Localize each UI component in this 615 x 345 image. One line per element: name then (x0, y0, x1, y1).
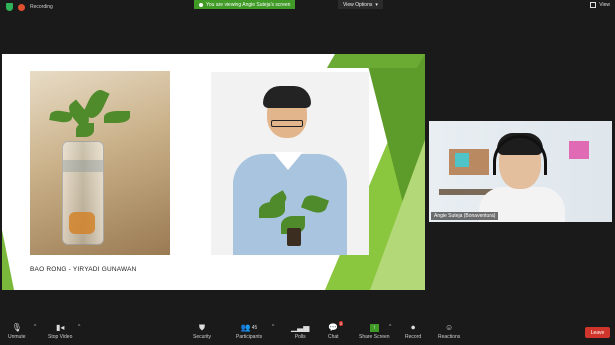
chat-badge: 2 (339, 321, 344, 326)
record-button[interactable]: ⏺ Record (405, 322, 421, 341)
audio-options-caret[interactable]: ^ (34, 324, 36, 330)
slide-decoration (370, 140, 425, 290)
slide-decoration (326, 54, 425, 68)
view-button[interactable]: View (590, 2, 610, 8)
meeting-toolbar: 🎙 Unmute ^ ▮◂ Stop Video ^ ⛊ Security 👥 4… (0, 321, 615, 345)
view-label: View (599, 2, 610, 8)
unmute-button[interactable]: 🎙 Unmute (8, 323, 26, 340)
participants-options-caret[interactable]: ^ (272, 324, 274, 330)
leaf (104, 111, 130, 123)
student-holding-plant-photo (211, 72, 369, 255)
chat-button[interactable]: 💬 2 Chat (328, 321, 344, 340)
plant (251, 190, 341, 252)
participant-video-tile[interactable]: Angie Suteja (Bonaventura) (429, 121, 612, 222)
smiley-icon: ☺ (445, 323, 454, 332)
reactions-button[interactable]: ☺ Reactions (438, 323, 460, 340)
record-icon: ⏺ (411, 322, 416, 332)
leaf (76, 123, 94, 137)
chat-icon: 💬 (328, 323, 339, 332)
recording-icon (18, 3, 25, 11)
participant-name: Angie Suteja (Bonaventura) (431, 212, 499, 220)
chevron-down-icon: ▾ (375, 1, 378, 8)
stop-video-button[interactable]: ▮◂ Stop Video (48, 323, 72, 340)
share-dot-icon (199, 2, 203, 7)
shield-icon: ⛊ (199, 322, 206, 332)
view-options-label: View Options (343, 1, 373, 8)
grid-view-icon (590, 2, 597, 8)
share-screen-button[interactable]: ↑ Share Screen (359, 323, 390, 340)
hydroponic-jar (62, 141, 104, 245)
security-button[interactable]: ⛊ Security (193, 322, 211, 341)
share-screen-icon: ↑ (369, 323, 379, 332)
slide-decoration (2, 230, 14, 290)
share-banner-text: You are viewing Angie Suteja's screen (206, 1, 291, 8)
viewing-share-banner: You are viewing Angie Suteja's screen (194, 0, 296, 9)
video-camera-icon: ▮◂ (55, 323, 65, 332)
plant-jar-photo (30, 71, 170, 255)
polls-button[interactable]: ▁▃▅ Polls (291, 323, 309, 340)
participants-icon: 👥 (240, 323, 251, 332)
shared-screen-slide: BAO RONG - YIRYADI GUNAWAN (2, 54, 425, 290)
video-options-caret[interactable]: ^ (78, 324, 80, 330)
share-options-caret[interactable]: ^ (389, 324, 391, 330)
slide-caption: BAO RONG - YIRYADI GUNAWAN (30, 266, 137, 273)
view-options-button[interactable]: View Options ▾ (338, 0, 383, 9)
bar-chart-icon: ▁▃▅ (291, 323, 310, 332)
security-shield-icon[interactable] (6, 3, 13, 11)
top-status: Recording (6, 3, 53, 11)
mic-muted-icon: 🎙 (11, 323, 22, 332)
participants-button[interactable]: 👥 45 Participants (236, 323, 262, 340)
leave-button[interactable]: Leave (585, 327, 610, 338)
recording-label: Recording (30, 4, 53, 10)
